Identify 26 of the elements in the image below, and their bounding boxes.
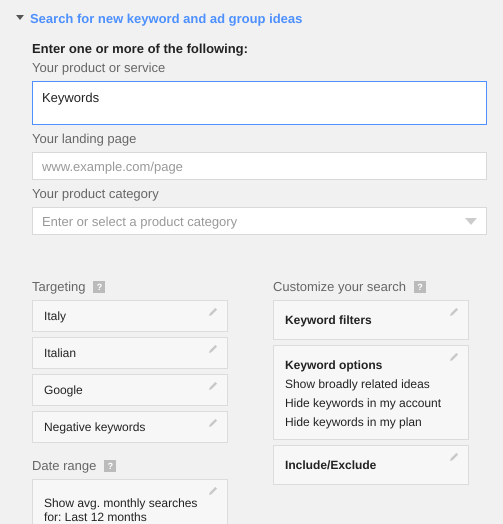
pencil-icon[interactable] bbox=[449, 351, 460, 362]
pencil-icon[interactable] bbox=[208, 343, 219, 354]
targeting-card[interactable]: Google bbox=[32, 374, 228, 406]
pencil-icon[interactable] bbox=[208, 380, 219, 391]
section-label: Date range bbox=[32, 458, 96, 473]
field-label: Your landing page bbox=[32, 131, 138, 146]
pencil-icon[interactable] bbox=[208, 417, 219, 428]
section-label: Customize your search bbox=[273, 279, 406, 294]
pencil-icon[interactable] bbox=[208, 485, 219, 496]
collapse-caret-icon[interactable] bbox=[16, 15, 24, 21]
dropdown-arrow-icon bbox=[465, 218, 477, 224]
instruction-text: Enter one or more of the following: bbox=[32, 41, 249, 56]
pencil-icon[interactable] bbox=[449, 306, 460, 317]
pencil-icon[interactable] bbox=[208, 306, 219, 317]
input-field[interactable]: Keywords bbox=[32, 81, 487, 125]
option-card[interactable]: Keyword filters bbox=[273, 300, 469, 340]
section-label: Targeting bbox=[32, 279, 86, 294]
targeting-card[interactable]: Italy bbox=[32, 300, 228, 332]
targeting-card[interactable]: Negative keywords bbox=[32, 411, 228, 443]
date-range-card[interactable]: Show avg. monthly searches for: Last 12 months bbox=[32, 479, 228, 524]
pencil-icon[interactable] bbox=[449, 451, 460, 462]
field-label: Your product category bbox=[32, 186, 160, 201]
option-card[interactable]: Keyword options Show broadly related ideas Hide keywords in my account Hide keywords in my plan bbox=[273, 345, 469, 440]
targeting-card[interactable]: Italian bbox=[32, 337, 228, 369]
field-label: Your product or service bbox=[32, 60, 166, 75]
option-card[interactable]: Include/Exclude bbox=[273, 445, 469, 485]
